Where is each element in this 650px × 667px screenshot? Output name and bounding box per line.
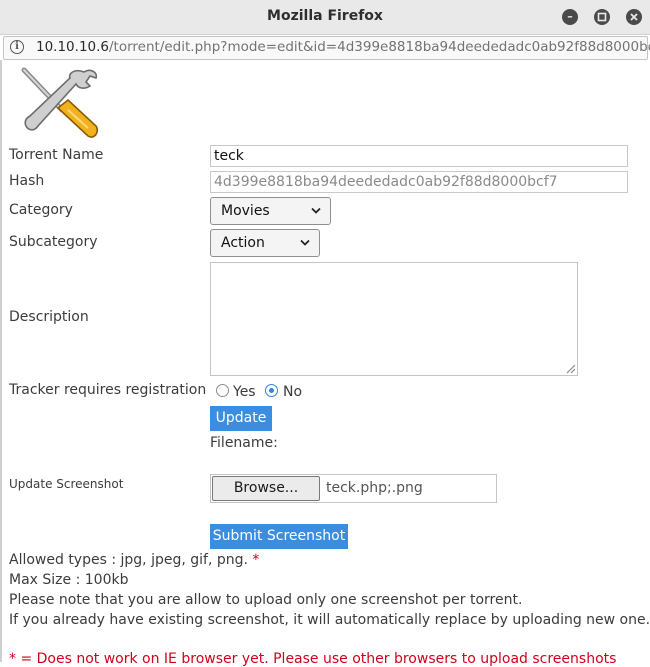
category-label: Category — [9, 202, 73, 218]
selected-file-name: teck.php;.png — [326, 480, 423, 496]
allowed-types-text: Allowed types : jpg, jpeg, gif, png. — [9, 552, 248, 568]
submit-screenshot-button[interactable]: Submit Screenshot — [210, 524, 348, 549]
max-size-note: Max Size : 100kb — [9, 572, 129, 588]
hash-input[interactable]: 4d399e8818ba94deededadc0ab92f88d8000bcf7 — [210, 171, 628, 193]
subcategory-select[interactable]: Action — [210, 229, 320, 257]
window-title: Mozilla Firefox — [267, 8, 383, 24]
category-value: Movies — [221, 203, 270, 219]
url-path: /torrent/edit.php?mode=edit&id=4d399e881… — [109, 39, 650, 55]
tracker-no-label: No — [283, 384, 303, 400]
description-textarea[interactable] — [210, 262, 578, 376]
url-bar[interactable]: i 10.10.10.6/torrent/edit.php?mode=edit&… — [3, 36, 650, 60]
window-titlebar: Mozilla Firefox – — [0, 0, 650, 35]
url-host: 10.10.10.6 — [36, 39, 109, 55]
tracker-no-radio[interactable] — [265, 384, 278, 397]
subcategory-value: Action — [221, 235, 265, 251]
screenshot-file-input[interactable]: Browse... teck.php;.png — [210, 474, 497, 503]
one-screenshot-note: Please note that you are allow to upload… — [9, 592, 523, 608]
description-label: Description — [9, 309, 89, 325]
chevron-down-icon — [311, 207, 321, 214]
page-content: Torrent Name teck Hash 4d399e8818ba94dee… — [0, 60, 650, 667]
resize-grip-icon[interactable] — [565, 363, 576, 374]
replace-screenshot-note: If you already have existing screenshot,… — [9, 612, 650, 628]
category-select[interactable]: Movies — [210, 197, 331, 225]
close-icon[interactable] — [626, 9, 642, 25]
torrent-name-input[interactable]: teck — [210, 145, 628, 167]
required-mark: * — [252, 552, 260, 568]
update-screenshot-label: Update Screenshot — [9, 477, 124, 491]
subcategory-label: Subcategory — [9, 234, 98, 250]
maximize-icon[interactable] — [594, 9, 610, 25]
info-circle-icon[interactable]: i — [10, 40, 24, 54]
ie-warning-note: * = Does not work on IE browser yet. Ple… — [9, 651, 617, 667]
tracker-yes-radio[interactable] — [216, 384, 229, 397]
minimize-icon[interactable]: – — [562, 9, 578, 25]
tracker-registration-label: Tracker requires registration — [9, 382, 207, 398]
update-button[interactable]: Update — [210, 406, 272, 431]
wrench-screwdriver-tools-icon — [21, 67, 99, 138]
url-text[interactable]: 10.10.10.6/torrent/edit.php?mode=edit&id… — [36, 39, 650, 55]
allowed-types-note: Allowed types : jpg, jpeg, gif, png. * — [9, 552, 259, 568]
chevron-down-icon — [300, 239, 310, 246]
browse-button[interactable]: Browse... — [212, 476, 320, 501]
tracker-yes-label: Yes — [233, 384, 256, 400]
hash-label: Hash — [9, 173, 45, 189]
filename-label: Filename: — [210, 435, 278, 451]
torrent-name-label: Torrent Name — [9, 147, 104, 163]
